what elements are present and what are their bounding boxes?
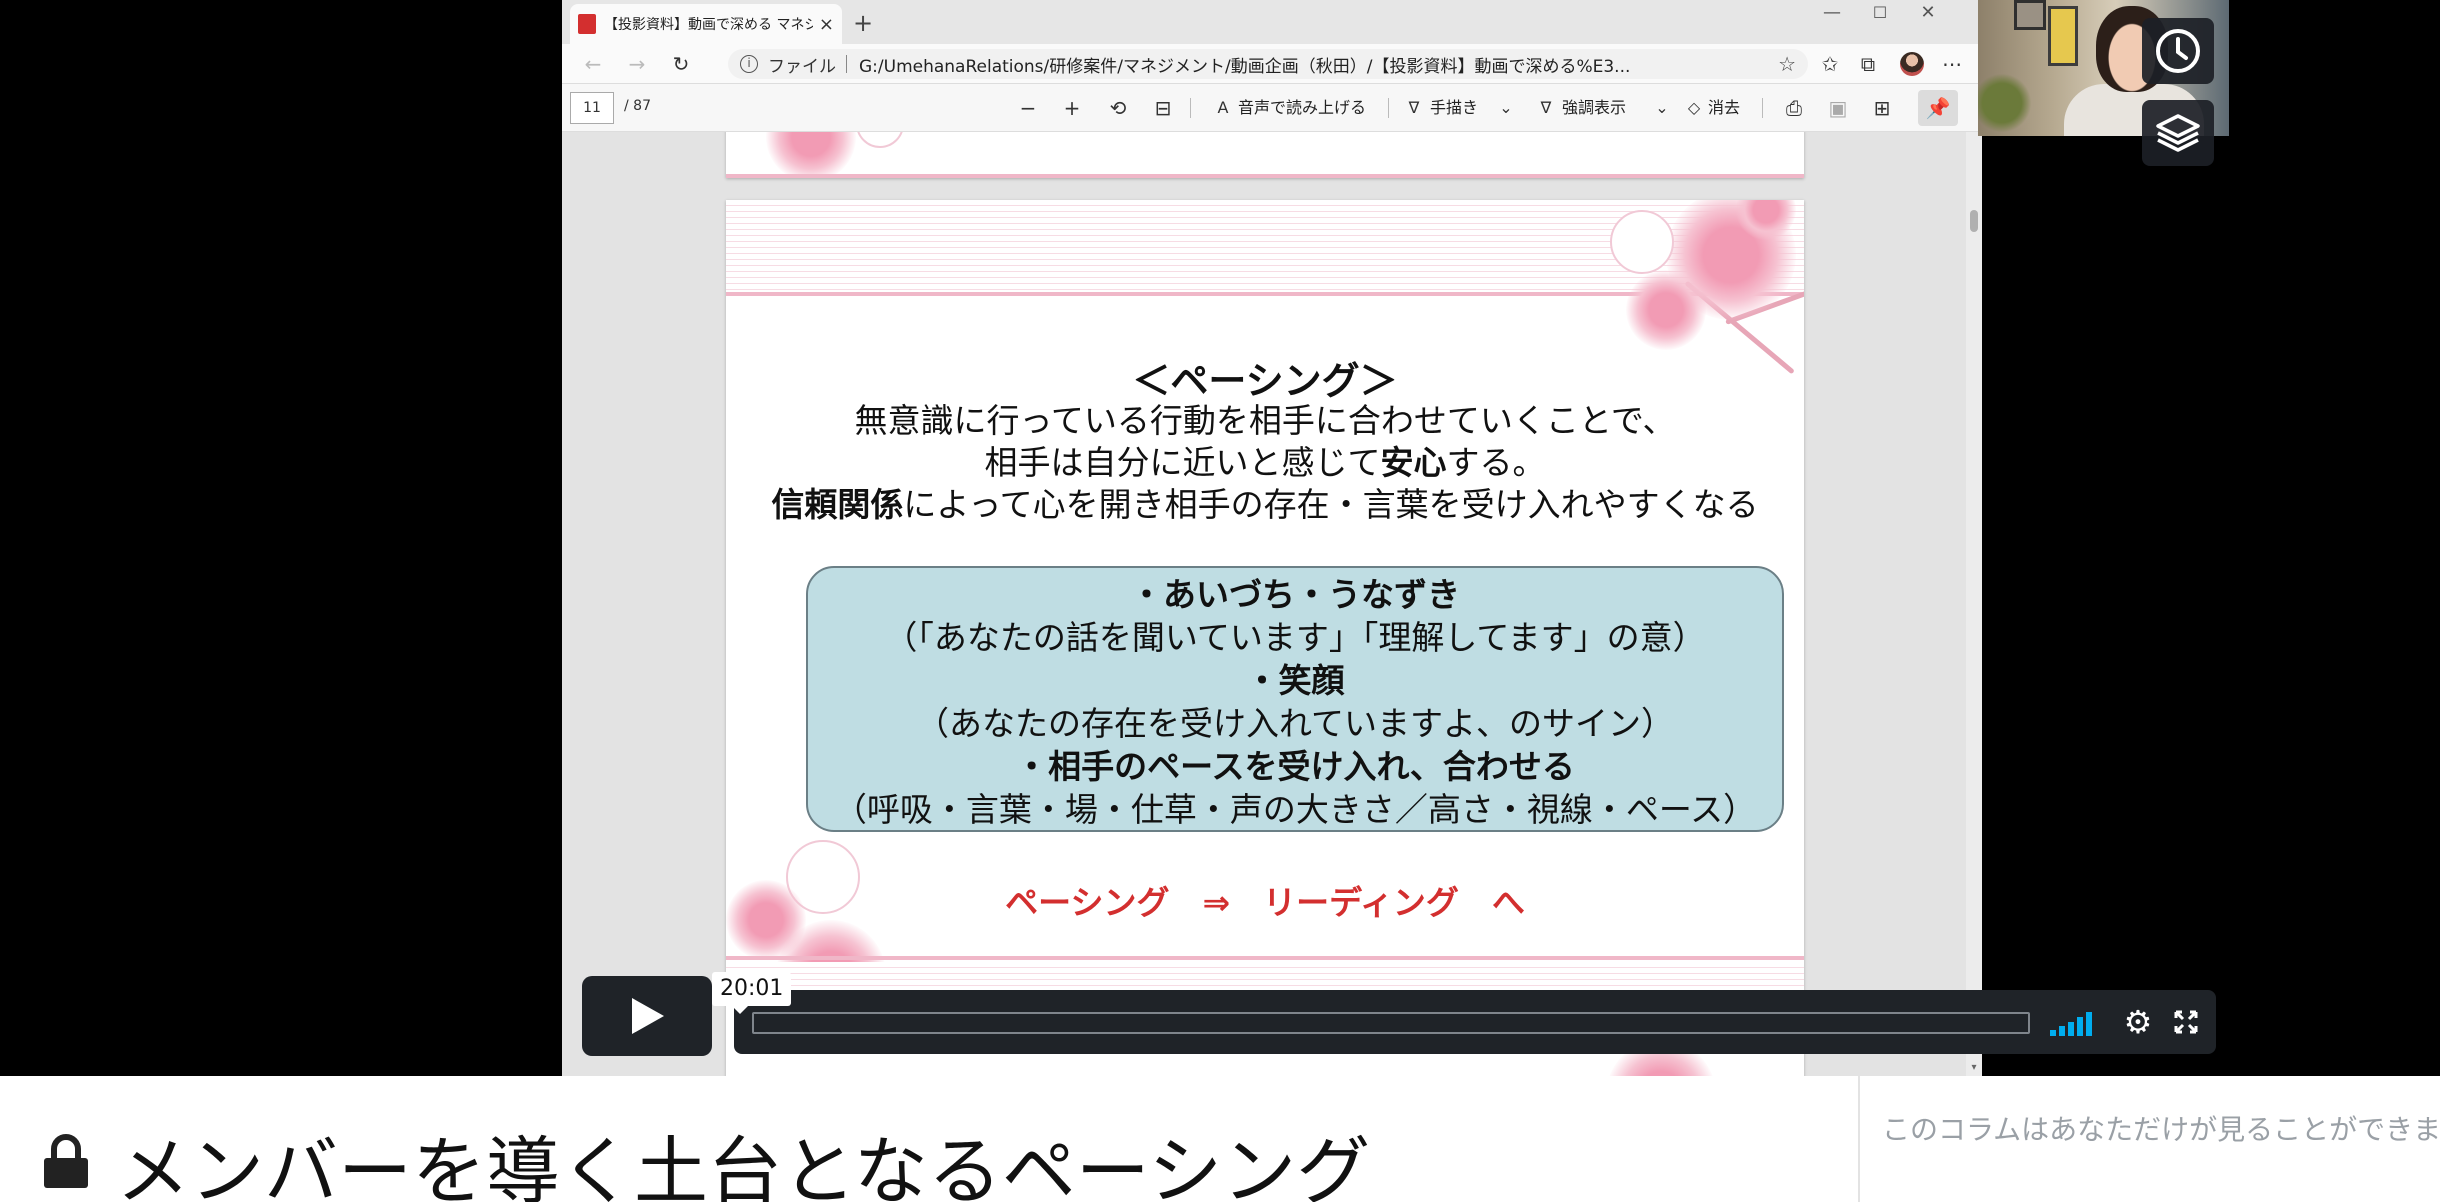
- pdf-viewer[interactable]: ＜ペーシング＞ 無意識に行っている行動を相手に合わせていくことで、 相手は自分に…: [562, 132, 1982, 1076]
- previous-page: [726, 132, 1804, 178]
- private-note-placeholder[interactable]: このコラムはあなただけが見ることができます: [1882, 1108, 2440, 1148]
- webcam-background-frame: [2048, 6, 2078, 66]
- rotate-icon[interactable]: ⟲: [1106, 94, 1130, 122]
- clock-icon: [2156, 29, 2200, 73]
- zoom-out-icon[interactable]: −: [1016, 94, 1040, 122]
- footer-stripes: [726, 962, 1804, 992]
- lesson-title: メンバーを導く土台となるペーシング: [116, 1129, 1371, 1202]
- slide-line-2-emphasis: 安心: [1380, 443, 1447, 482]
- blossom-outline-decoration: [856, 132, 904, 148]
- page-border-line: [726, 174, 1804, 178]
- profile-icon[interactable]: [1900, 52, 1924, 76]
- fullscreen-icon[interactable]: [2166, 1004, 2206, 1040]
- cherry-blossom-decoration: [766, 132, 856, 178]
- page-total: / 87: [624, 98, 651, 114]
- new-tab-button[interactable]: +: [846, 6, 880, 40]
- lock-icon: [44, 1134, 88, 1188]
- player-control-bar: ⚙: [734, 990, 2216, 1054]
- pdf-toolbar: 11 / 87 − + ⟲ ⊟ A 音声で読み上げる ∇ 手描き ⌄ ∇ 強調表…: [562, 84, 1982, 132]
- cherry-blossom-decoration: [1626, 270, 1706, 350]
- slide-line-1: 無意識に行っている行動を相手に合わせていくことで、: [854, 401, 1676, 440]
- slide-line-2-end: する。: [1446, 443, 1546, 482]
- watch-later-button[interactable]: [2142, 18, 2214, 84]
- blossom-outline-decoration: [1610, 210, 1674, 274]
- chevron-down-icon[interactable]: ⌄: [1652, 94, 1672, 122]
- tab-close-icon[interactable]: ×: [819, 14, 834, 35]
- address-separator: [846, 55, 847, 73]
- time-tooltip: 20:01: [712, 972, 792, 1014]
- slide-page: ＜ペーシング＞ 無意識に行っている行動を相手に合わせていくことで、 相手は自分に…: [726, 200, 1804, 1076]
- maximize-button[interactable]: ☐: [1856, 0, 1904, 30]
- forward-icon[interactable]: →: [620, 48, 654, 80]
- draw-icon: ∇: [1408, 98, 1420, 117]
- print-icon[interactable]: ⎙: [1780, 94, 1808, 122]
- highlight-button[interactable]: 強調表示: [1562, 94, 1626, 122]
- more-icon[interactable]: ⋯: [1936, 50, 1968, 78]
- chevron-down-icon[interactable]: ⌄: [1496, 94, 1516, 122]
- save-icon[interactable]: ▣: [1824, 94, 1852, 122]
- box-item: ・笑顔: [1245, 661, 1345, 700]
- slide-line-3-emphasis: 信頼関係: [771, 485, 904, 524]
- viewer-scrollbar[interactable]: [1966, 132, 1982, 1076]
- footer-line: [726, 956, 1804, 960]
- pacing-points-box: ・あいづち・うなずき （「あなたの話を聞いています」「理解してます」の意） ・笑…: [806, 566, 1784, 832]
- play-icon: [632, 998, 664, 1034]
- url-text: G:/UmehanaRelations/研修案件/マネジメント/動画企画（秋田）…: [859, 56, 1631, 77]
- pacing-to-leading-text: ペーシング ⇒ リーディング へ: [1005, 883, 1525, 922]
- toolbar-divider: [1762, 98, 1763, 118]
- read-aloud-button[interactable]: 音声で読み上げる: [1238, 94, 1366, 122]
- slide-line-2: 相手は自分に近いと感じて安心する。: [726, 436, 1804, 484]
- collections-button[interactable]: [2142, 100, 2214, 166]
- save-as-icon[interactable]: ⊞: [1868, 94, 1896, 122]
- scroll-down-icon[interactable]: ▾: [1966, 1062, 1982, 1076]
- tab-bar: 【投影資料】動画で深める マネジメ × + — ☐ ✕: [562, 0, 1982, 44]
- address-bar-row: ← → ↻ i ファイル G:/UmehanaRelations/研修案件/マネ…: [562, 44, 1982, 84]
- browser-tab[interactable]: 【投影資料】動画で深める マネジメ ×: [570, 4, 842, 44]
- video-player[interactable]: 【投影資料】動画で深める マネジメ × + — ☐ ✕ ← → ↻ i ファイル…: [0, 0, 2440, 1076]
- minimize-button[interactable]: —: [1808, 0, 1856, 30]
- favorites-icon[interactable]: ✩: [1814, 50, 1846, 78]
- pdf-file-icon: [578, 14, 596, 34]
- close-window-button[interactable]: ✕: [1904, 0, 1952, 30]
- settings-gear-icon[interactable]: ⚙: [2118, 1004, 2158, 1040]
- box-item-note: （呼吸・言葉・場・仕草・声の大きさ／高さ・視線・ペース）: [833, 790, 1757, 829]
- box-item-note: （「あなたの話を聞いています」「理解してます」の意）: [884, 618, 1706, 657]
- toolbar-divider: [1190, 98, 1191, 118]
- highlight-icon: ∇: [1540, 98, 1552, 117]
- webcam-background-frame: [2014, 0, 2046, 30]
- play-button[interactable]: [582, 976, 712, 1056]
- box-item: ・相手のペースを受け入れ、合わせる: [1015, 747, 1575, 786]
- collections-icon[interactable]: ⧉: [1852, 50, 1884, 78]
- fit-page-icon[interactable]: ⊟: [1150, 94, 1176, 122]
- box-item: ・あいづち・うなずき: [1130, 575, 1460, 614]
- zoom-in-icon[interactable]: +: [1060, 94, 1084, 122]
- draw-button[interactable]: 手描き: [1430, 94, 1478, 122]
- slide-line-3-text: によって心を開き相手の存在・言葉を受け入れやすくなる: [903, 485, 1759, 524]
- webcam-background-plant: [1978, 70, 2038, 136]
- tab-title: 【投影資料】動画で深める マネジメ: [604, 17, 813, 33]
- back-icon[interactable]: ←: [576, 48, 610, 80]
- refresh-icon[interactable]: ↻: [664, 48, 698, 80]
- eraser-icon: ◇: [1687, 98, 1701, 117]
- erase-button[interactable]: 消去: [1708, 94, 1740, 122]
- volume-icon[interactable]: [2050, 1012, 2102, 1036]
- scheme-label: ファイル: [768, 56, 836, 77]
- read-aloud-icon: A: [1217, 98, 1229, 117]
- progress-bar[interactable]: [752, 1012, 2030, 1034]
- toolbar-divider: [1388, 98, 1389, 118]
- column-divider: [1858, 1076, 1860, 1202]
- shared-screen-browser-window: 【投影資料】動画で深める マネジメ × + — ☐ ✕ ← → ↻ i ファイル…: [562, 0, 1982, 1076]
- box-item-note: （あなたの存在を受け入れていますよ、のサイン）: [915, 704, 1674, 743]
- star-icon[interactable]: ☆: [1778, 52, 1796, 76]
- layers-icon: [2156, 114, 2200, 152]
- address-input[interactable]: i ファイル G:/UmehanaRelations/研修案件/マネジメント/動…: [728, 49, 1808, 79]
- scrollbar-thumb[interactable]: [1970, 210, 1978, 232]
- info-icon[interactable]: i: [740, 55, 758, 73]
- pin-toolbar-icon[interactable]: 📌: [1918, 90, 1958, 126]
- page-number-input[interactable]: 11: [570, 92, 614, 124]
- slide-line-2-text: 相手は自分に近いと感じて: [984, 443, 1381, 482]
- lesson-header: メンバーを導く土台となるペーシング このコラムはあなただけが見ることができます: [0, 1076, 2440, 1202]
- slide-line-3: 信頼関係によって心を開き相手の存在・言葉を受け入れやすくなる: [726, 478, 1804, 526]
